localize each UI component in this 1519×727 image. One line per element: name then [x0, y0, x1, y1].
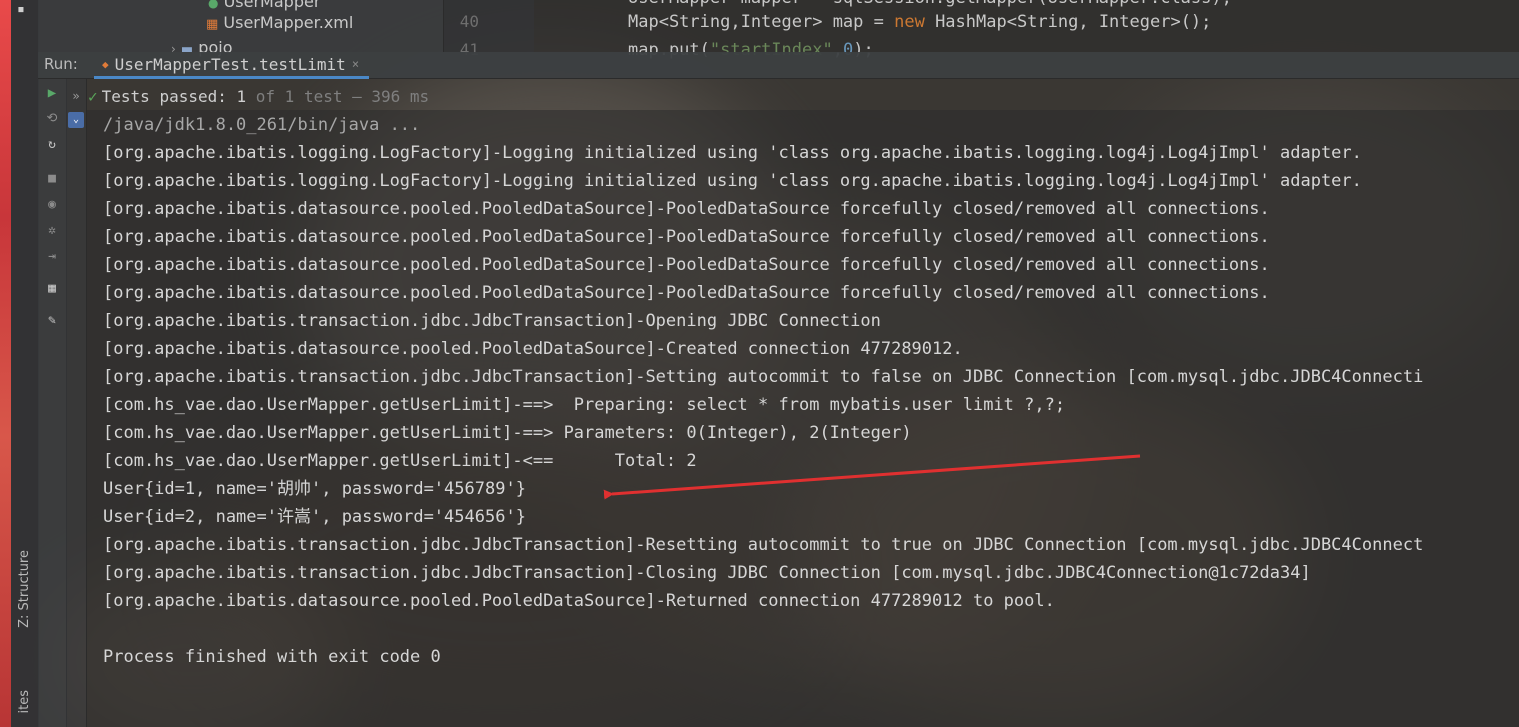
code-line: Map<String,Integer> map = new HashMap<St… [628, 12, 1212, 32]
code-editor[interactable]: UserMapper mapper = sqlSession.getMapper… [534, 0, 1519, 60]
console-line: [org.apache.ibatis.transaction.jdbc.Jdbc… [103, 311, 881, 331]
console-line: /java/jdk1.8.0_261/bin/java ... [103, 115, 421, 135]
check-icon: ✓ [88, 86, 98, 106]
run-label: Run: [44, 55, 78, 73]
console-line: [com.hs_vae.dao.UserMapper.getUserLimit]… [103, 395, 1066, 415]
console-line: User{id=2, name='许嵩', password='454656'} [103, 507, 526, 527]
project-tool-icon[interactable]: ▪ [17, 2, 25, 17]
tests-passed-text: Tests passed: 1 [101, 86, 247, 106]
console-line: [org.apache.ibatis.datasource.pooled.Poo… [103, 255, 1270, 275]
console-line: Process finished with exit code 0 [103, 647, 441, 667]
code-line: UserMapper mapper = sqlSession.getMapper… [628, 0, 1232, 8]
test-status-row: » ✓ Tests passed: 1 of 1 test — 396 ms [66, 83, 1519, 109]
toggle-auto-test-icon[interactable]: ↻ [44, 137, 60, 153]
tests-detail-text: of 1 test — 396 ms [246, 86, 430, 106]
tree-item-usermapper[interactable]: ● UserMapper [208, 0, 320, 11]
tree-item-usermapper-xml[interactable]: ▦ UserMapper.xml [206, 13, 353, 32]
rerun-failed-icon[interactable]: ⟲ [44, 111, 60, 127]
favorites-tool-button[interactable]: ites [17, 690, 32, 713]
project-tree: ● UserMapper ▦ UserMapper.xml › ▬ pojo [38, 0, 443, 57]
stop-icon[interactable]: ■ [44, 171, 60, 187]
run-tab[interactable]: ◆ UserMapperTest.testLimit × [94, 52, 370, 79]
exit-icon[interactable]: ⇥ [44, 249, 60, 265]
console-line: [org.apache.ibatis.transaction.jdbc.Jdbc… [103, 563, 1311, 583]
layout-icon[interactable]: ▦ [44, 281, 60, 297]
console-line: [org.apache.ibatis.datasource.pooled.Poo… [103, 199, 1270, 219]
chevron-down-icon[interactable]: ⌄ [68, 112, 84, 128]
console-line: [org.apache.ibatis.datasource.pooled.Poo… [103, 227, 1270, 247]
desktop-edge [0, 0, 11, 727]
xml-file-icon: ▦ [206, 17, 219, 32]
pin-icon[interactable]: ✎ [44, 313, 60, 329]
close-icon[interactable]: × [352, 57, 359, 71]
console-line: [org.apache.ibatis.datasource.pooled.Poo… [103, 283, 1270, 303]
run-toolbar: ▶ ⟲ ↻ ■ ◉ ✲ ⇥ ▦ ✎ [38, 79, 67, 727]
console-line: [org.apache.ibatis.logging.LogFactory]-L… [103, 143, 1362, 163]
left-tool-stripe: ▪ Z: Structure ites [11, 0, 39, 727]
structure-tool-button[interactable]: Z: Structure [17, 550, 32, 628]
console-line: [org.apache.ibatis.transaction.jdbc.Jdbc… [103, 367, 1424, 387]
interface-icon: ● [208, 0, 219, 10]
line-number: 40 [459, 12, 479, 31]
console-output[interactable]: /java/jdk1.8.0_261/bin/java ... [org.apa… [87, 110, 1519, 727]
top-area: ● UserMapper ▦ UserMapper.xml › ▬ pojo 4… [38, 0, 1519, 60]
double-chevron-icon[interactable]: » [66, 89, 86, 103]
run-tab-title: UserMapperTest.testLimit [114, 54, 346, 74]
editor-gutter: 40 41 [444, 0, 534, 59]
run-tool-header: Run: ◆ UserMapperTest.testLimit × [38, 52, 1519, 79]
console-line: [org.apache.ibatis.datasource.pooled.Poo… [103, 339, 963, 359]
console-line: [org.apache.ibatis.datasource.pooled.Poo… [103, 591, 1055, 611]
camera-icon[interactable]: ◉ [44, 197, 60, 213]
console-line: [com.hs_vae.dao.UserMapper.getUserLimit]… [103, 423, 912, 443]
console-line: [com.hs_vae.dao.UserMapper.getUserLimit]… [103, 451, 697, 471]
rerun-icon[interactable]: ▶ [44, 85, 60, 101]
console-line: User{id=1, name='胡帅', password='456789'} [103, 479, 526, 499]
junit-run-icon: ◆ [102, 57, 109, 71]
settings-icon[interactable]: ✲ [44, 223, 60, 239]
console-line: [org.apache.ibatis.transaction.jdbc.Jdbc… [103, 535, 1424, 555]
test-tree-toolbar: ⌄ [66, 79, 87, 727]
console-line: [org.apache.ibatis.logging.LogFactory]-L… [103, 171, 1362, 191]
